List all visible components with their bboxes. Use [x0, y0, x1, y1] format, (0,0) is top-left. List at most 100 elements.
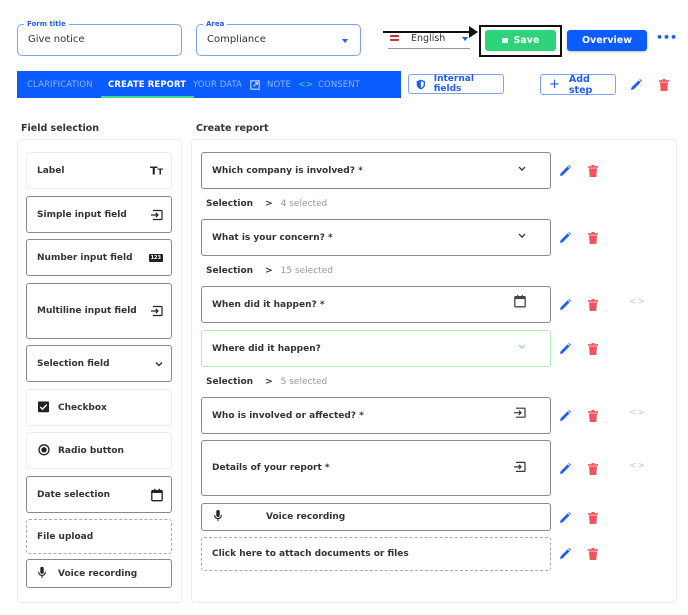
- report-item-details[interactable]: Details of your report *: [201, 440, 551, 496]
- delete-trash-icon[interactable]: [588, 299, 598, 311]
- code-icon[interactable]: <>: [629, 408, 646, 418]
- report-item-company[interactable]: Which company is involved? *: [201, 152, 551, 189]
- calendar-icon: [151, 488, 163, 501]
- checkbox-icon: [38, 400, 49, 412]
- input-icon: [514, 461, 526, 472]
- code-icon[interactable]: <>: [629, 461, 646, 471]
- caret-down-icon: [342, 39, 348, 43]
- report-item-attach-files[interactable]: Click here to attach documents or files: [201, 537, 551, 571]
- text-format-icon: TT: [150, 164, 163, 177]
- save-label: Save: [513, 35, 540, 46]
- area-select[interactable]: Area Compliance: [196, 19, 361, 56]
- form-title-field[interactable]: Form title Give notice: [17, 19, 182, 56]
- overview-button[interactable]: Overview: [567, 30, 647, 51]
- save-button[interactable]: Save: [485, 30, 556, 51]
- delete-trash-icon[interactable]: [588, 165, 598, 177]
- more-options-button[interactable]: •••: [656, 31, 677, 44]
- palette-item-text: Simple input field: [37, 209, 127, 220]
- calendar-icon: [514, 294, 526, 307]
- palette-item-file-upload[interactable]: File upload: [26, 519, 172, 554]
- delete-step-trash-icon[interactable]: [659, 79, 669, 91]
- edit-pencil-icon[interactable]: [558, 547, 572, 561]
- report-item-label: Voice recording: [266, 512, 346, 522]
- tab-your-data[interactable]: YOUR DATA: [193, 71, 242, 98]
- tab-clarification[interactable]: CLARIFICATION: [27, 71, 93, 98]
- chevron-down-icon: [518, 344, 526, 349]
- input-icon: [151, 305, 163, 317]
- palette-item-label[interactable]: Label TT: [26, 152, 172, 189]
- palette-item-simple-input[interactable]: Simple input field: [26, 196, 172, 233]
- language-value: English: [411, 33, 446, 44]
- microphone-icon: [214, 510, 222, 522]
- palette-item-text: Selection field: [37, 358, 110, 369]
- palette-item-text: Date selection: [37, 489, 111, 500]
- form-title-label: Form title: [24, 19, 69, 29]
- palette-item-multiline-input[interactable]: Multiline input field: [26, 283, 172, 339]
- report-item-concern[interactable]: What is your concern? *: [201, 219, 551, 256]
- selection-label: Selection: [206, 199, 254, 209]
- report-item-when[interactable]: When did it happen? *: [201, 286, 551, 323]
- edit-pencil-icon[interactable]: [558, 231, 572, 245]
- input-icon: [514, 407, 526, 418]
- chevron-right-icon: >: [265, 377, 273, 387]
- edit-pencil-icon[interactable]: [558, 342, 572, 356]
- microphone-icon: [38, 566, 46, 578]
- annotation-arrow-line: [383, 31, 471, 33]
- palette-item-selection-field[interactable]: Selection field: [26, 345, 172, 382]
- edit-pencil-icon[interactable]: [558, 164, 572, 178]
- report-item-voice-recording[interactable]: Voice recording: [201, 503, 551, 531]
- internal-fields-button[interactable]: Internal fields: [408, 74, 504, 94]
- code-icon[interactable]: <>: [629, 297, 646, 307]
- report-item-label: Details of your report *: [212, 463, 330, 473]
- chevron-down-icon: [518, 233, 526, 238]
- delete-trash-icon[interactable]: [588, 343, 598, 355]
- input-icon: [151, 209, 163, 220]
- edit-pencil-icon[interactable]: [558, 298, 572, 312]
- area-label: Area: [203, 19, 228, 29]
- radio-icon: [38, 443, 50, 455]
- area-value: Compliance: [207, 34, 266, 45]
- palette-item-text: Radio button: [58, 445, 124, 456]
- external-link-icon[interactable]: [250, 71, 260, 98]
- palette-item-voice-recording[interactable]: Voice recording: [26, 559, 172, 588]
- selection-count: 4 selected: [280, 199, 328, 209]
- palette-item-text: Multiline input field: [37, 306, 137, 316]
- chevron-down-icon: [155, 361, 163, 366]
- edit-pencil-icon[interactable]: [558, 409, 572, 423]
- delete-trash-icon[interactable]: [588, 548, 598, 560]
- edit-pencil-icon[interactable]: [558, 462, 572, 476]
- palette-item-date-selection[interactable]: Date selection: [26, 476, 172, 513]
- add-step-button[interactable]: + Add step: [540, 74, 616, 96]
- chevron-right-icon: >: [265, 266, 273, 276]
- edit-step-pencil-icon[interactable]: [629, 78, 643, 92]
- report-item-label: Where did it happen?: [212, 343, 321, 354]
- edit-pencil-icon[interactable]: [558, 511, 572, 525]
- selection-summary[interactable]: Selection > 5 selected: [206, 377, 327, 387]
- delete-trash-icon[interactable]: [588, 463, 598, 475]
- tab-note[interactable]: NOTE: [267, 71, 291, 98]
- delete-trash-icon[interactable]: [588, 512, 598, 524]
- delete-trash-icon[interactable]: [588, 232, 598, 244]
- report-item-label: Click here to attach documents or files: [212, 549, 409, 559]
- delete-trash-icon[interactable]: [588, 410, 598, 422]
- tab-consent[interactable]: CONSENT: [318, 71, 360, 98]
- palette-item-radio[interactable]: Radio button: [26, 432, 172, 469]
- report-item-where[interactable]: Where did it happen?: [201, 330, 551, 367]
- palette-item-text: Label: [37, 165, 65, 176]
- selection-summary[interactable]: Selection > 15 selected: [206, 266, 333, 276]
- palette-item-checkbox[interactable]: Checkbox: [26, 389, 172, 426]
- palette-item-text: File upload: [37, 531, 94, 542]
- report-item-label: Which company is involved? *: [212, 165, 363, 176]
- tab-create-report[interactable]: CREATE REPORT: [100, 71, 195, 98]
- selection-summary[interactable]: Selection > 4 selected: [206, 199, 327, 209]
- selection-count: 15 selected: [280, 266, 333, 276]
- step-tabs: CLARIFICATION CREATE REPORT YOUR DATA NO…: [17, 71, 401, 98]
- report-item-who[interactable]: Who is involved or affected? *: [201, 397, 551, 434]
- palette-item-number-input[interactable]: Number input field 123: [26, 239, 172, 276]
- uk-flag-icon: [390, 35, 399, 41]
- form-title-value[interactable]: Give notice: [28, 34, 85, 45]
- field-selection-title: Field selection: [21, 123, 100, 134]
- number-123-icon: 123: [148, 253, 163, 262]
- language-select[interactable]: English: [388, 32, 470, 49]
- palette-item-text: Number input field: [37, 252, 133, 263]
